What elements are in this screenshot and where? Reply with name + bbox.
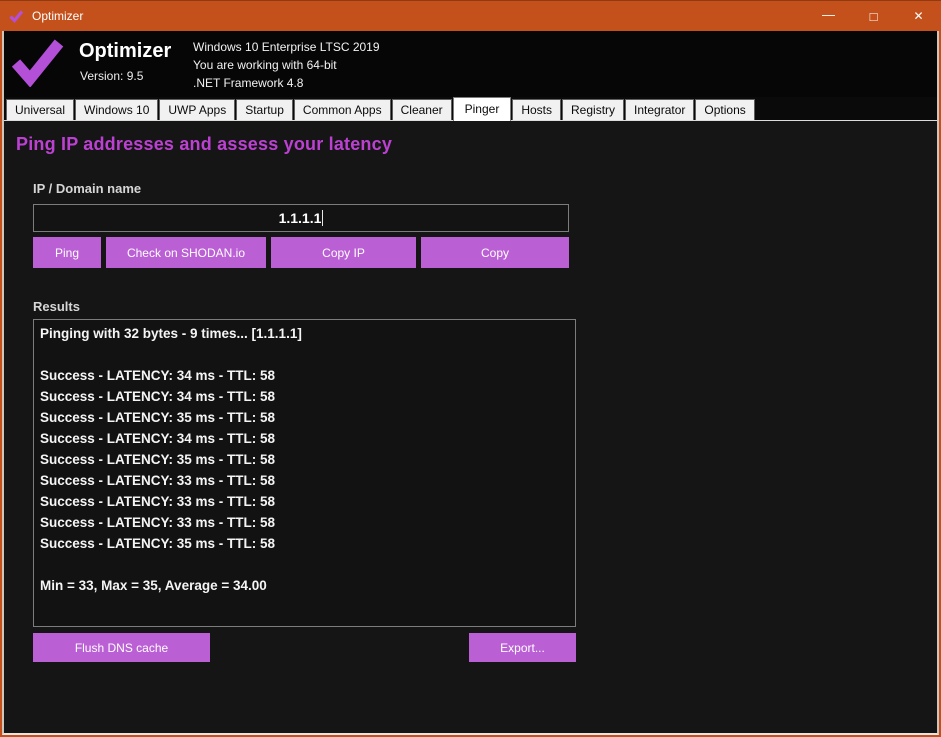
optimizer-window: Optimizer — □ ✕ Optimizer Version: 9.5 W… xyxy=(0,0,941,737)
pinger-page: Ping IP addresses and assess your latenc… xyxy=(4,120,937,733)
tab-pinger[interactable]: Pinger xyxy=(453,97,512,121)
shodan-button[interactable]: Check on SHODAN.io xyxy=(106,237,266,268)
page-title: Ping IP addresses and assess your latenc… xyxy=(16,134,392,155)
ip-domain-input[interactable]: 1.1.1.1 xyxy=(33,204,569,232)
ping-button[interactable]: Ping xyxy=(33,237,101,268)
copy-ip-button[interactable]: Copy IP xyxy=(271,237,416,268)
window-frame: Optimizer Version: 9.5 Windows 10 Enterp… xyxy=(0,31,941,737)
results-box[interactable]: Pinging with 32 bytes - 9 times... [1.1.… xyxy=(33,319,576,627)
app-name: Optimizer xyxy=(79,40,171,63)
export-button[interactable]: Export... xyxy=(469,633,576,662)
window-title: Optimizer xyxy=(32,9,83,23)
text-caret xyxy=(322,210,323,226)
maximize-button[interactable]: □ xyxy=(851,1,896,31)
tab-common-apps[interactable]: Common Apps xyxy=(294,99,391,120)
tab-integrator[interactable]: Integrator xyxy=(625,99,694,120)
tab-registry[interactable]: Registry xyxy=(562,99,624,120)
results-label: Results xyxy=(33,299,80,314)
tab-startup[interactable]: Startup xyxy=(236,99,293,120)
window-controls: — □ ✕ xyxy=(806,1,941,31)
app-logo-check-icon xyxy=(12,37,64,92)
ip-domain-value: 1.1.1.1 xyxy=(279,210,322,226)
flush-dns-button[interactable]: Flush DNS cache xyxy=(33,633,210,662)
action-button-row: Ping Check on SHODAN.io Copy IP Copy xyxy=(33,237,569,268)
tab-universal[interactable]: Universal xyxy=(6,99,74,120)
tab-bar: UniversalWindows 10UWP AppsStartupCommon… xyxy=(4,97,937,120)
system-info-dotnet: .NET Framework 4.8 xyxy=(193,74,380,92)
app-version: Version: 9.5 xyxy=(80,69,143,83)
system-info-arch: You are working with 64-bit xyxy=(193,56,380,74)
titlebar-check-icon xyxy=(9,10,24,23)
tab-cleaner[interactable]: Cleaner xyxy=(392,99,452,120)
minimize-button[interactable]: — xyxy=(806,1,851,31)
ip-domain-label: IP / Domain name xyxy=(33,181,141,196)
app-header: Optimizer Version: 9.5 Windows 10 Enterp… xyxy=(4,31,937,97)
system-info: Windows 10 Enterprise LTSC 2019 You are … xyxy=(193,38,380,92)
tab-windows-10[interactable]: Windows 10 xyxy=(75,99,158,120)
titlebar: Optimizer — □ ✕ xyxy=(0,0,941,31)
close-button[interactable]: ✕ xyxy=(896,1,941,31)
system-info-os: Windows 10 Enterprise LTSC 2019 xyxy=(193,38,380,56)
tab-uwp-apps[interactable]: UWP Apps xyxy=(159,99,235,120)
copy-button[interactable]: Copy xyxy=(421,237,569,268)
tab-hosts[interactable]: Hosts xyxy=(512,99,561,120)
tab-options[interactable]: Options xyxy=(695,99,754,120)
